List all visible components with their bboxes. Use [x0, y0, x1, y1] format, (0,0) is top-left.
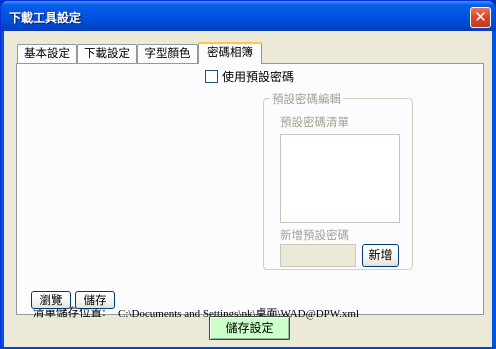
groupbox-title: 預設密碼編輯: [270, 91, 343, 107]
default-password-list-label: 預設密碼清單: [280, 115, 349, 129]
window-title: 下載工具設定: [9, 11, 82, 25]
window-client-area: 基本設定 下載設定 字型顏色 密碼相簿 使用預設密碼 預設密碼編輯 預設密碼清單…: [4, 31, 492, 347]
tab-basic-settings[interactable]: 基本設定: [17, 44, 77, 63]
browse-button[interactable]: 瀏覽: [31, 291, 71, 309]
tab-panel-password-album: 使用預設密碼 預設密碼編輯 預設密碼清單 新增預設密碼 新增 清單儲存位置: C…: [16, 63, 484, 320]
tab-password-album[interactable]: 密碼相簿: [198, 42, 262, 64]
use-default-password-checkbox[interactable]: [205, 70, 218, 83]
new-default-password-label: 新增預設密碼: [280, 228, 349, 242]
new-default-password-input[interactable]: [280, 244, 356, 267]
save-settings-button[interactable]: 儲存設定: [209, 316, 290, 340]
default-password-groupbox: 預設密碼編輯 預設密碼清單 新增預設密碼 新增: [263, 91, 413, 270]
title-bar[interactable]: 下載工具設定 ✕: [1, 1, 495, 31]
close-icon[interactable]: ✕: [470, 7, 491, 28]
default-password-listbox[interactable]: [280, 134, 400, 223]
tab-download-settings[interactable]: 下載設定: [77, 44, 137, 63]
window-frame-right: [492, 31, 496, 349]
use-default-password-label[interactable]: 使用預設密碼: [222, 68, 294, 85]
save-list-button[interactable]: 儲存: [75, 291, 115, 309]
add-password-button[interactable]: 新增: [362, 244, 399, 267]
tab-font-color[interactable]: 字型顏色: [137, 44, 198, 63]
settings-window: 下載工具設定 ✕ 基本設定 下載設定 字型顏色 密碼相簿 使用預設密碼 預設密碼…: [0, 0, 496, 349]
